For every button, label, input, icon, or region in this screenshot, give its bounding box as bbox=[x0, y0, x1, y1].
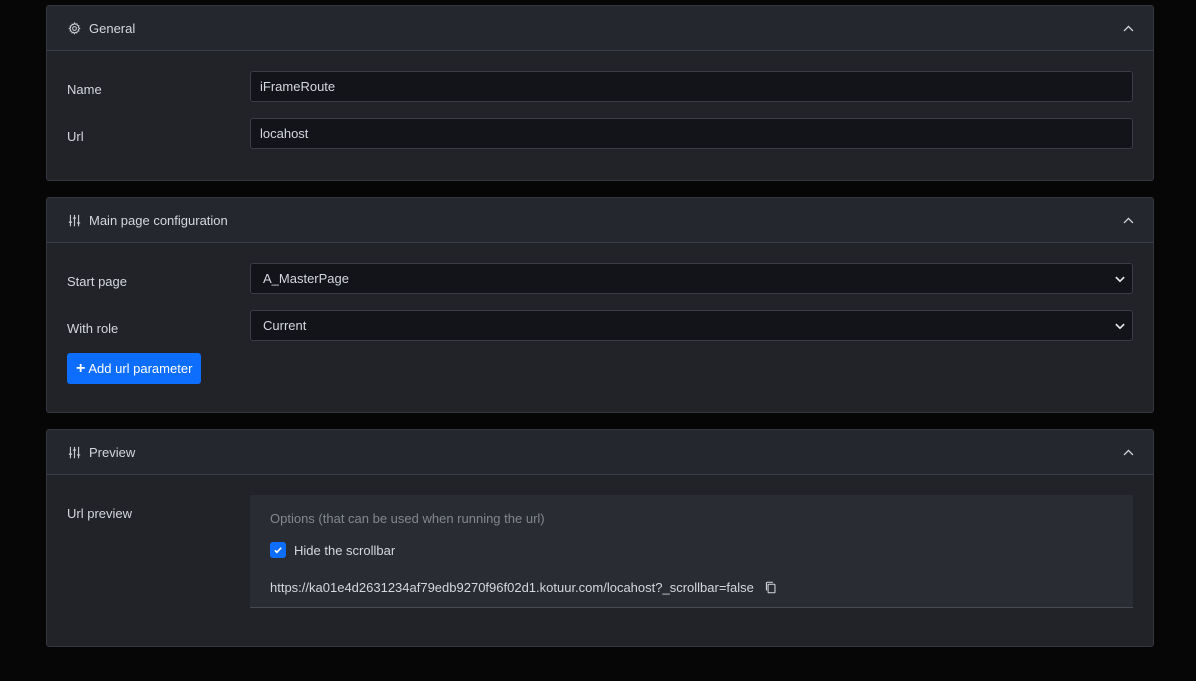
sliders-icon bbox=[67, 213, 81, 227]
chevron-down-icon bbox=[1114, 273, 1126, 285]
general-panel-header[interactable]: General bbox=[47, 6, 1153, 51]
start-page-label: Start page bbox=[67, 274, 127, 289]
page-content: General Name Url bbox=[46, 5, 1154, 663]
chevron-down-icon bbox=[1114, 320, 1126, 332]
with-role-label: With role bbox=[67, 321, 119, 336]
preview-panel-header[interactable]: Preview bbox=[47, 430, 1153, 475]
url-preview-row: Url preview Options (that can be used wh… bbox=[67, 495, 1133, 637]
start-page-value: A_MasterPage bbox=[263, 271, 349, 286]
gear-icon bbox=[67, 21, 81, 35]
preview-panel: Preview Url preview Options (that can be… bbox=[46, 429, 1154, 647]
hide-scrollbar-checkbox[interactable] bbox=[270, 542, 286, 558]
add-url-parameter-button[interactable]: + Add url parameter bbox=[67, 353, 202, 384]
check-icon bbox=[274, 547, 282, 554]
hide-scrollbar-label[interactable]: Hide the scrollbar bbox=[294, 543, 395, 558]
add-url-parameter-label: Add url parameter bbox=[88, 361, 193, 376]
general-panel: General Name Url bbox=[46, 5, 1154, 181]
hide-scrollbar-option: Hide the scrollbar bbox=[270, 542, 1113, 558]
with-role-select[interactable]: Current bbox=[250, 310, 1133, 341]
main-page-panel-title: Main page configuration bbox=[89, 212, 228, 228]
url-preview-label: Url preview bbox=[67, 506, 133, 521]
preview-url-text: https://ka01e4d2631234af79edb9270f96f02d… bbox=[270, 580, 754, 595]
with-role-value: Current bbox=[263, 318, 307, 333]
chevron-up-icon[interactable] bbox=[1121, 445, 1135, 459]
url-input[interactable] bbox=[250, 118, 1133, 149]
chevron-up-icon[interactable] bbox=[1121, 21, 1135, 35]
url-row: Url bbox=[67, 118, 1133, 149]
copy-icon[interactable] bbox=[764, 581, 778, 595]
name-input[interactable] bbox=[250, 71, 1133, 102]
chevron-up-icon[interactable] bbox=[1121, 213, 1135, 227]
url-label: Url bbox=[67, 129, 84, 144]
plus-icon: + bbox=[76, 359, 86, 377]
preview-panel-title: Preview bbox=[89, 444, 136, 460]
preview-url-row: https://ka01e4d2631234af79edb9270f96f02d… bbox=[270, 580, 1113, 595]
start-page-row: Start page A_MasterPage bbox=[67, 263, 1133, 294]
name-row: Name bbox=[67, 71, 1133, 102]
main-page-panel-header[interactable]: Main page configuration bbox=[47, 198, 1153, 243]
sliders-icon bbox=[67, 445, 81, 459]
start-page-select[interactable]: A_MasterPage bbox=[250, 263, 1133, 294]
url-preview-box: Options (that can be used when running t… bbox=[250, 495, 1133, 608]
with-role-row: With role Current bbox=[67, 310, 1133, 341]
options-label: Options (that can be used when running t… bbox=[270, 511, 545, 526]
name-label: Name bbox=[67, 82, 102, 97]
general-panel-title: General bbox=[89, 20, 136, 36]
main-page-panel: Main page configuration Start page A_Mas… bbox=[46, 197, 1154, 413]
